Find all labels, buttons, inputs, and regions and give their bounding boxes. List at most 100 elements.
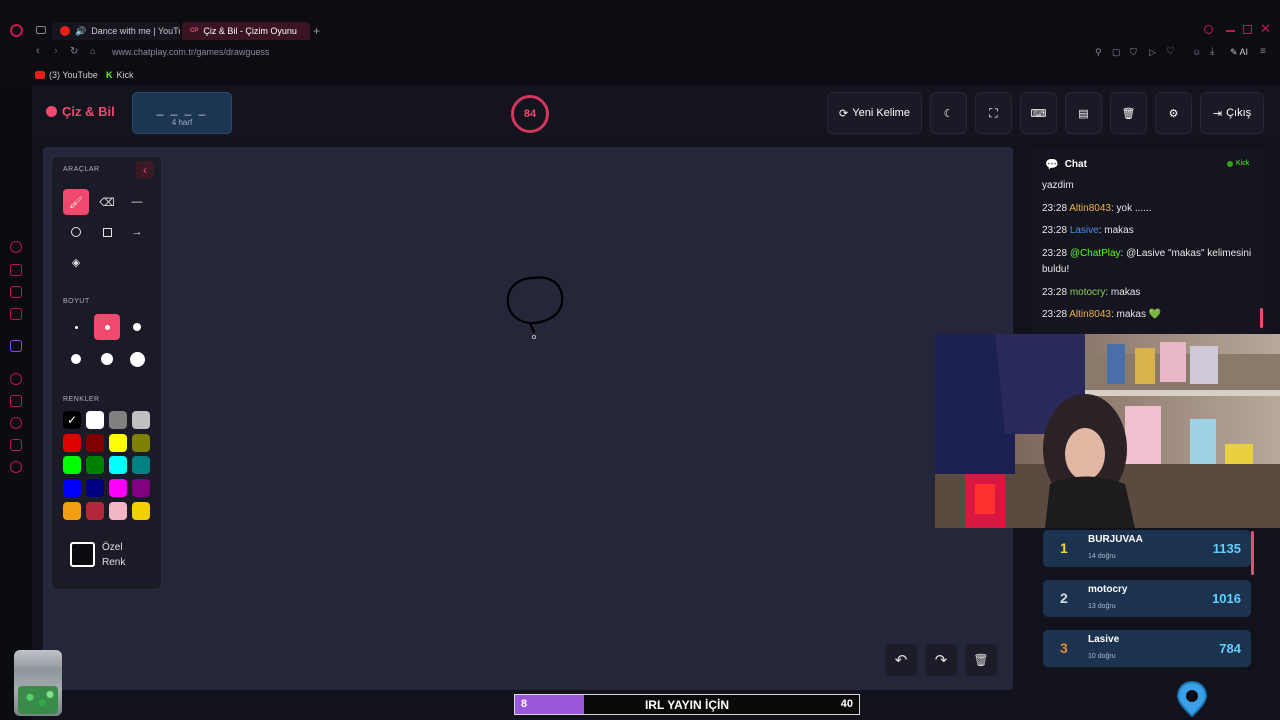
heart-icon[interactable]: ♡ <box>1166 46 1175 57</box>
color-swatch[interactable] <box>109 479 127 498</box>
color-swatch[interactable] <box>86 433 104 452</box>
opera-logo-icon[interactable] <box>10 24 23 37</box>
chat-username[interactable]: motocry <box>1070 287 1106 298</box>
sidebar-aria-icon[interactable] <box>10 241 22 253</box>
color-swatch[interactable] <box>109 456 127 475</box>
kick-icon: K <box>106 70 113 80</box>
sidebar-messenger-icon[interactable] <box>10 286 22 298</box>
leaderboard-name: motocry <box>1088 584 1128 595</box>
leaderboard-scrollbar[interactable] <box>1251 531 1254 575</box>
ai-button[interactable]: ✎ AI <box>1230 47 1248 58</box>
keyboard-button[interactable]: ⌨ <box>1020 92 1057 134</box>
pin-icon[interactable]: ⚲ <box>1095 47 1102 58</box>
clear-canvas-button[interactable]: 🗑 <box>965 644 997 676</box>
size-option-1[interactable] <box>63 314 89 340</box>
color-swatch[interactable] <box>63 433 81 452</box>
exit-button[interactable]: ⇥ Çıkış <box>1200 92 1264 134</box>
maximize-button[interactable] <box>1243 25 1252 34</box>
color-swatch[interactable] <box>132 501 150 520</box>
eraser-tool[interactable]: ⌫ <box>94 189 120 215</box>
size-option-4[interactable] <box>63 346 89 372</box>
size-option-2[interactable] <box>94 314 120 340</box>
sidebar-settings-icon[interactable] <box>10 461 22 473</box>
sidebar-twitch-icon[interactable] <box>10 340 22 352</box>
search-icon[interactable] <box>1204 25 1213 34</box>
undo-button[interactable]: ↶ <box>885 644 917 676</box>
reload-icon[interactable]: ↻ <box>70 46 78 57</box>
size-dot <box>71 354 81 364</box>
shield-icon[interactable]: ⛉ <box>1130 47 1137 58</box>
chat-timestamp: 23:28 <box>1042 309 1068 320</box>
fullscreen-button[interactable]: ⛶ <box>975 92 1012 134</box>
fill-tool[interactable]: ◈ <box>63 249 89 275</box>
tab-drawguess[interactable]: CP Çiz & Bil - Çizim Oyunu <box>182 22 310 40</box>
size-option-3[interactable] <box>124 314 150 340</box>
collapse-panel-button[interactable]: ‹ <box>136 161 154 179</box>
trash-icon: 🗑 <box>1121 107 1136 120</box>
sidebar-shopping-icon[interactable] <box>10 264 22 276</box>
color-swatch[interactable] <box>132 479 150 498</box>
arrow-tool[interactable]: → <box>124 219 150 245</box>
settings-button[interactable]: ⚙ <box>1155 92 1192 134</box>
chat-title: Chat <box>1064 159 1087 170</box>
color-swatch[interactable] <box>63 479 81 498</box>
color-swatch[interactable] <box>132 411 150 429</box>
play-icon[interactable]: ▷ <box>1149 47 1156 58</box>
redo-button[interactable]: ↷ <box>925 644 957 676</box>
color-swatch[interactable] <box>63 456 81 475</box>
dark-mode-button[interactable]: ☾ <box>930 92 967 134</box>
circle-tool[interactable] <box>63 219 89 245</box>
archive-button[interactable]: ▤ <box>1065 92 1102 134</box>
color-swatch[interactable] <box>132 433 150 452</box>
chat-username[interactable]: Lasive <box>1070 225 1099 236</box>
leaderboard-rank: 2 <box>1060 590 1068 606</box>
palette-icon <box>46 106 57 117</box>
fullscreen-icon: ⛶ <box>989 105 998 120</box>
chat-username[interactable]: Altin8043 <box>1069 309 1111 320</box>
color-swatch[interactable] <box>86 479 104 498</box>
color-swatch[interactable] <box>109 411 127 429</box>
bookmark-kick[interactable]: K Kick <box>106 70 134 80</box>
color-swatch[interactable] <box>109 501 127 520</box>
color-swatch[interactable] <box>109 433 127 452</box>
bookmark-youtube[interactable]: (3) YouTube <box>35 70 98 80</box>
brush-tool[interactable]: 🖌 <box>63 189 89 215</box>
new-word-button[interactable]: ⟳ Yeni Kelime <box>827 92 922 134</box>
download-icon[interactable]: ⤓ <box>1210 46 1214 57</box>
line-tool[interactable]: — <box>124 189 150 215</box>
minimize-button[interactable] <box>1226 30 1235 32</box>
menu-icon[interactable]: ≡ <box>1260 46 1266 57</box>
url-field[interactable]: www.chatplay.com.tr/games/drawguess <box>112 47 269 57</box>
custom-color-label: Özel Renk <box>102 540 125 570</box>
tab-youtube[interactable]: 🔊 Dance with me | YouTu <box>52 22 180 40</box>
sidebar-bookmark-icon[interactable] <box>10 395 22 407</box>
snapshot-icon[interactable]: ▢ <box>1112 47 1121 58</box>
chat-username[interactable]: @ChatPlay <box>1070 248 1121 259</box>
drawing-canvas[interactable] <box>43 147 1013 690</box>
sidebar-player-icon[interactable] <box>10 373 22 385</box>
rectangle-tool[interactable] <box>94 219 120 245</box>
color-swatch[interactable] <box>86 501 104 520</box>
sidebar-mail-icon[interactable] <box>10 308 22 320</box>
size-option-5[interactable] <box>94 346 120 372</box>
chat-text: yazdim <box>1042 180 1074 191</box>
custom-color-button[interactable] <box>70 542 95 567</box>
home-icon[interactable]: ⌂ <box>90 46 95 56</box>
sidebar-history-icon[interactable] <box>10 417 22 429</box>
color-swatch[interactable] <box>63 501 81 520</box>
sidebar-extensions-icon[interactable] <box>10 439 22 451</box>
account-icon[interactable]: ☺ <box>1192 47 1201 57</box>
forward-icon[interactable]: › <box>54 45 58 57</box>
chat-username[interactable]: Altin8043 <box>1069 203 1111 214</box>
new-tab-button[interactable]: + <box>313 24 320 38</box>
size-option-6[interactable] <box>124 346 150 372</box>
tab-overview-icon[interactable] <box>36 26 46 34</box>
color-swatch[interactable] <box>86 456 104 475</box>
color-swatch[interactable] <box>86 411 104 429</box>
clear-button[interactable]: 🗑 <box>1110 92 1147 134</box>
close-window-button[interactable]: ✕ <box>1260 21 1271 37</box>
color-swatch[interactable]: ✓ <box>63 411 81 429</box>
chat-scrollbar[interactable] <box>1260 308 1263 328</box>
back-icon[interactable]: ‹ <box>36 45 40 57</box>
color-swatch[interactable] <box>132 456 150 475</box>
